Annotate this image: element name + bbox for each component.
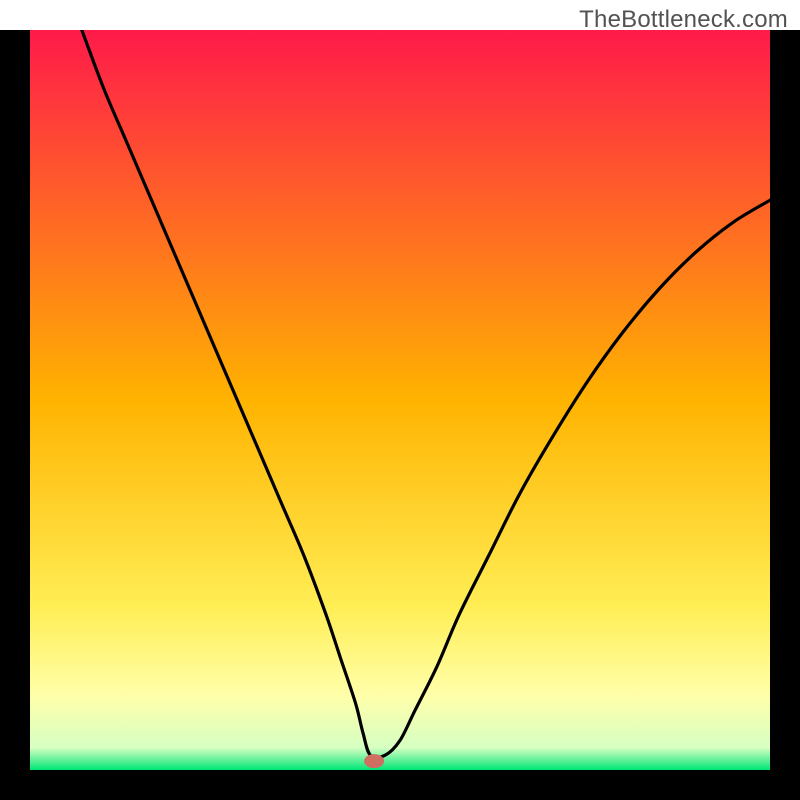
watermark-text: TheBottleneck.com	[579, 6, 788, 34]
chart-container: TheBottleneck.com	[0, 0, 800, 800]
gradient-background	[30, 30, 770, 770]
plot-area	[30, 30, 770, 770]
chart-frame	[0, 30, 800, 800]
chart-svg	[30, 30, 770, 770]
optimal-marker	[364, 754, 384, 768]
